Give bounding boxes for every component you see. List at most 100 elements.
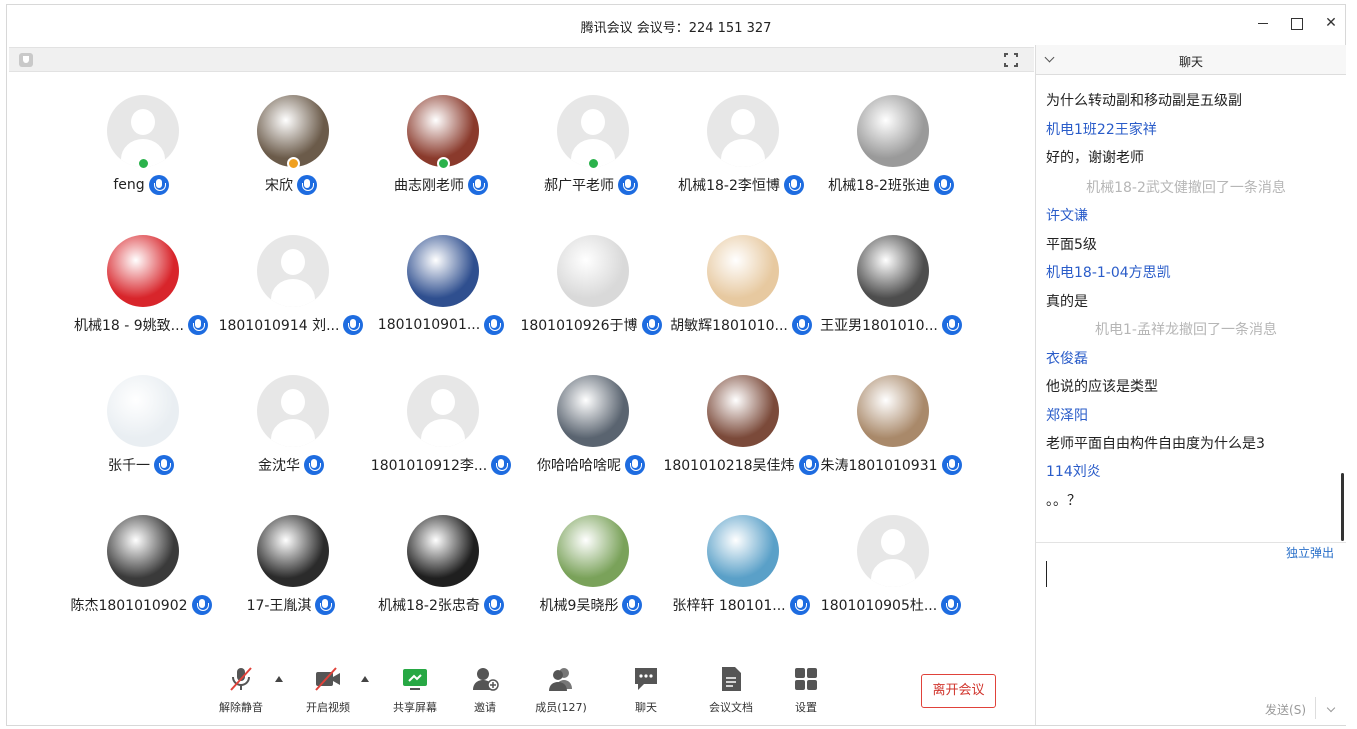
- participant-name: 1801010912李...: [370, 458, 488, 474]
- participant-tile[interactable]: 王亚男1801010...: [816, 235, 966, 355]
- participant-name: 张梓轩 180101...: [672, 598, 786, 614]
- role-badge-icon: [587, 157, 600, 170]
- send-options-chevron-icon[interactable]: [1326, 703, 1336, 713]
- avatar: [707, 515, 779, 587]
- participant-name: 郝广平老师: [544, 178, 614, 194]
- participant-tile[interactable]: 你哈哈哈啥呢: [516, 375, 666, 495]
- mic-icon: [315, 595, 336, 615]
- chat-header: 聊天: [1036, 45, 1346, 75]
- chat-sender-name: 许文谦: [1046, 208, 1088, 224]
- audio-options-caret-icon[interactable]: [275, 676, 283, 682]
- mic-icon: [625, 455, 645, 475]
- start-video-button[interactable]: 开启视频: [293, 665, 363, 715]
- avatar: [107, 375, 179, 447]
- avatar: [857, 95, 929, 167]
- participant-tile[interactable]: 郝广平老师: [516, 95, 666, 215]
- participant-name: 1801010905杜...: [820, 598, 938, 614]
- participant-tile[interactable]: 机械9吴晓彤: [516, 515, 666, 635]
- chat-scrollbar[interactable]: [1341, 473, 1344, 541]
- chat-sender-name: 机电1班22王家祥: [1046, 122, 1157, 138]
- participant-tile[interactable]: 1801010218吴佳炜: [663, 375, 819, 495]
- participant-tile[interactable]: 曲志刚老师: [366, 95, 516, 215]
- participant-tile[interactable]: 张千一: [66, 375, 216, 495]
- participant-tile[interactable]: 张梓轩 180101...: [666, 515, 816, 635]
- participant-name: 金沈华: [258, 458, 300, 474]
- avatar: [257, 515, 329, 587]
- participant-tile[interactable]: 1801010926于博: [516, 235, 666, 355]
- close-icon[interactable]: ✕: [1323, 15, 1339, 31]
- fullscreen-icon[interactable]: [1003, 52, 1019, 68]
- members-label: 成员(127): [535, 701, 587, 714]
- participant-tile[interactable]: 金沈华: [216, 375, 366, 495]
- participant-tile[interactable]: 1801010914 刘...: [216, 235, 366, 355]
- chat-button[interactable]: 聊天: [611, 665, 681, 715]
- members-button[interactable]: 成员(127): [526, 665, 596, 715]
- avatar: [857, 515, 929, 587]
- participant-name: 曲志刚老师: [394, 178, 464, 194]
- participant-tile[interactable]: 机械18-2张忠奇: [366, 515, 516, 635]
- camera-off-icon: [314, 665, 342, 693]
- mic-icon: [941, 455, 962, 475]
- participant-tile[interactable]: 1801010905杜...: [816, 515, 966, 635]
- chat-sender-name: 机电18-1-04方思凯: [1046, 265, 1171, 281]
- meeting-docs-button[interactable]: 会议文档: [696, 665, 766, 715]
- title-bar: 腾讯会议 会议号：224 151 327 ✕: [7, 5, 1345, 45]
- mic-icon: [941, 595, 962, 615]
- security-shield-icon[interactable]: [19, 53, 33, 67]
- settings-button[interactable]: 设置: [771, 665, 841, 715]
- popout-link[interactable]: 独立弹出: [1286, 544, 1334, 561]
- participant-tile[interactable]: 1801010912李...: [366, 375, 516, 495]
- avatar: [857, 375, 929, 447]
- chat-message-text: 真的是: [1046, 294, 1088, 310]
- start-video-label: 开启视频: [306, 701, 350, 714]
- participant-name: 朱涛1801010931: [820, 458, 938, 474]
- chat-system-notice: 机电1-孟祥龙撤回了一条消息: [1095, 322, 1277, 338]
- send-button[interactable]: 发送(S): [1265, 701, 1306, 718]
- gallery-topbar: [9, 47, 1034, 72]
- participant-tile[interactable]: 机械18 - 9姚致...: [66, 235, 216, 355]
- participant-tile[interactable]: 1801010901...: [366, 235, 516, 355]
- meeting-toolbar: 解除静音 开启视频 共享屏幕 邀请 成员(127) 聊天 会议文档 设置 离开会…: [9, 660, 1034, 725]
- participant-tile[interactable]: feng: [66, 95, 216, 215]
- chat-input-cursor[interactable]: [1046, 561, 1047, 587]
- participant-tile[interactable]: 朱涛1801010931: [816, 375, 966, 495]
- role-badge-icon: [287, 157, 300, 170]
- participant-tile[interactable]: 陈杰1801010902: [66, 515, 216, 635]
- role-badge-icon: [137, 157, 150, 170]
- participant-name: 17-王胤淇: [246, 598, 312, 614]
- participant-tile[interactable]: 17-王胤淇: [216, 515, 366, 635]
- participant-name: 1801010218吴佳炜: [663, 458, 795, 474]
- mic-icon: [941, 315, 962, 335]
- participant-name: 王亚男1801010...: [820, 318, 938, 334]
- mic-icon: [618, 175, 638, 195]
- chat-message-list[interactable]: 为什么转动副和移动副是五级副 机电1班22王家祥 好的，谢谢老师 机械18-2武文健撤…: [1036, 75, 1336, 539]
- avatar: [107, 515, 179, 587]
- chat-message-text: 他说的应该是类型: [1046, 379, 1158, 395]
- participant-name: 陈杰1801010902: [70, 598, 188, 614]
- participant-tile[interactable]: 机械18-2李恒博: [666, 95, 816, 215]
- meeting-docs-label: 会议文档: [709, 701, 753, 714]
- chat-sender-name: 郑泽阳: [1046, 408, 1088, 424]
- mic-icon: [933, 175, 954, 195]
- share-screen-button[interactable]: 共享屏幕: [380, 665, 450, 715]
- minimize-icon[interactable]: [1255, 15, 1271, 31]
- invite-button[interactable]: 邀请: [450, 665, 520, 715]
- participant-tile[interactable]: 机械18-2班张迪: [816, 95, 966, 215]
- chat-divider: [1036, 542, 1346, 543]
- video-options-caret-icon[interactable]: [361, 676, 369, 682]
- share-screen-label: 共享屏幕: [393, 701, 437, 714]
- leave-meeting-button[interactable]: 离开会议: [921, 674, 996, 708]
- participant-tile[interactable]: 胡敏辉1801010...: [666, 235, 816, 355]
- participant-name: 机械18-2班张迪: [828, 178, 930, 194]
- avatar: [707, 375, 779, 447]
- invite-label: 邀请: [474, 701, 496, 714]
- unmute-button[interactable]: 解除静音: [206, 665, 276, 715]
- chat-sender-name: 114刘炎: [1046, 464, 1101, 480]
- settings-label: 设置: [795, 701, 817, 714]
- participant-tile[interactable]: 宋欣: [216, 95, 366, 215]
- avatar: [857, 235, 929, 307]
- chat-system-notice: 机械18-2武文健撤回了一条消息: [1086, 180, 1286, 196]
- participant-name: 机械18 - 9姚致...: [73, 318, 185, 334]
- mic-icon: [468, 175, 488, 195]
- maximize-icon[interactable]: [1289, 15, 1305, 31]
